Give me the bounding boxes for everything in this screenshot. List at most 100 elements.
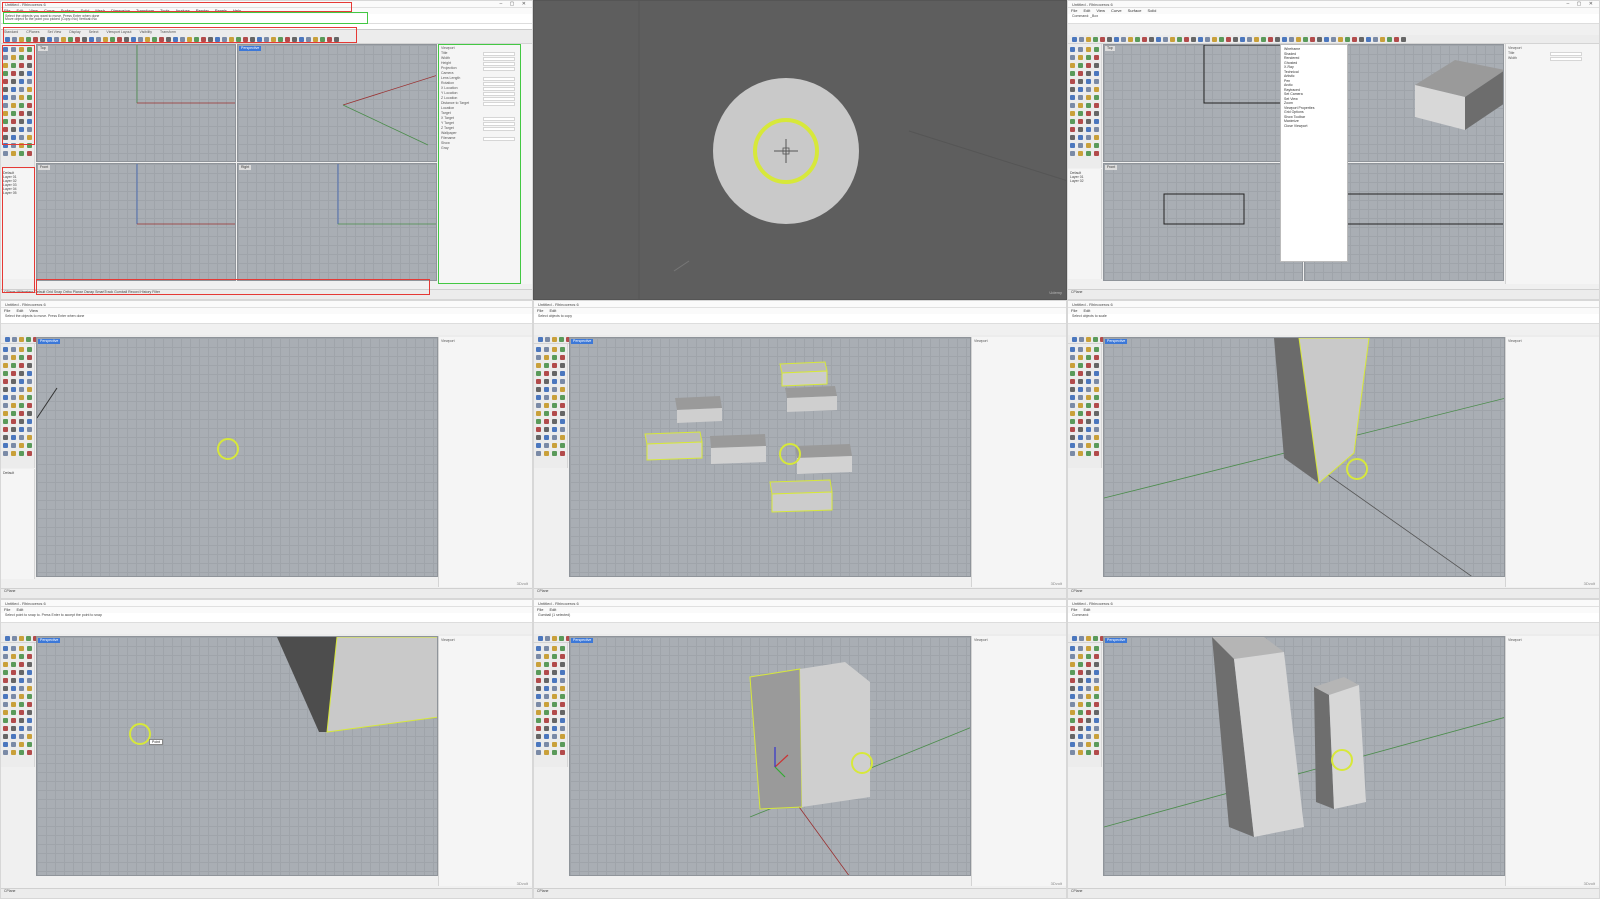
toolbox-tool-icon[interactable]	[27, 451, 32, 456]
toolbox-tool-icon[interactable]	[552, 662, 557, 667]
toolbar-tool-icon[interactable]	[12, 636, 17, 641]
toolbar-tool-icon[interactable]	[1163, 37, 1168, 42]
toolbox-tool-icon[interactable]	[11, 742, 16, 747]
toolbox-tool-icon[interactable]	[1070, 443, 1075, 448]
toolbox-tool-icon[interactable]	[27, 395, 32, 400]
toolbox-tool-icon[interactable]	[19, 347, 24, 352]
toolbox-tool-icon[interactable]	[1070, 694, 1075, 699]
toolbar-tool-icon[interactable]	[538, 337, 543, 342]
toolbox-tool-icon[interactable]	[1070, 127, 1075, 132]
toolbox-tool-icon[interactable]	[1086, 403, 1091, 408]
toolbox-tool-icon[interactable]	[1094, 726, 1099, 731]
toolbox-tool-icon[interactable]	[3, 347, 8, 352]
toolbox-tool-icon[interactable]	[1086, 411, 1091, 416]
toolbar-tool-icon[interactable]	[1373, 37, 1378, 42]
toolbox-tool-icon[interactable]	[1094, 355, 1099, 360]
toolbox-tool-icon[interactable]	[1078, 419, 1083, 424]
toolbox-tool-icon[interactable]	[552, 363, 557, 368]
toolbox-tool-icon[interactable]	[3, 379, 8, 384]
toolbar-tool-icon[interactable]	[538, 636, 543, 641]
toolbox-tool-icon[interactable]	[3, 419, 8, 424]
toolbox-tool-icon[interactable]	[1070, 151, 1075, 156]
toolbox-tool-icon[interactable]	[11, 678, 16, 683]
toolbar-tool-icon[interactable]	[1219, 37, 1224, 42]
toolbox-tool-icon[interactable]	[1086, 55, 1091, 60]
toolbox-tool-icon[interactable]	[552, 678, 557, 683]
toolbox-tool-icon[interactable]	[560, 363, 565, 368]
toolbox-tool-icon[interactable]	[27, 411, 32, 416]
toolbox-tool-icon[interactable]	[1070, 55, 1075, 60]
toolbox-tool-icon[interactable]	[544, 726, 549, 731]
toolbar-tool-icon[interactable]	[1296, 37, 1301, 42]
toolbox-tool-icon[interactable]	[27, 151, 32, 156]
toolbox-tool-icon[interactable]	[1086, 395, 1091, 400]
box[interactable]	[644, 431, 703, 461]
toolbox-tool-icon[interactable]	[544, 734, 549, 739]
toolbox-tool-icon[interactable]	[1078, 694, 1083, 699]
toolbox-tool-icon[interactable]	[544, 419, 549, 424]
viewport-label[interactable]: Perspective	[1105, 339, 1128, 344]
top-viewport[interactable]: Top	[36, 44, 236, 162]
toolbox-tool-icon[interactable]	[552, 451, 557, 456]
toolbox-tool-icon[interactable]	[11, 750, 16, 755]
toolbox-tool-icon[interactable]	[19, 387, 24, 392]
viewport-label[interactable]: Perspective	[571, 339, 594, 344]
toolbox-tool-icon[interactable]	[1086, 662, 1091, 667]
toolbar-tool-icon[interactable]	[1086, 337, 1091, 342]
toolbox-tool-icon[interactable]	[27, 678, 32, 683]
toolbox-tool-icon[interactable]	[1086, 387, 1091, 392]
toolbar-tool-icon[interactable]	[1170, 37, 1175, 42]
toolbox-tool-icon[interactable]	[1086, 347, 1091, 352]
toolbox-tool-icon[interactable]	[1070, 379, 1075, 384]
toolbox-tool-icon[interactable]	[1086, 79, 1091, 84]
toolbox-tool-icon[interactable]	[3, 742, 8, 747]
toolbox-tool-icon[interactable]	[19, 646, 24, 651]
toolbox-tool-icon[interactable]	[1086, 95, 1091, 100]
toolbar-tool-icon[interactable]	[1275, 37, 1280, 42]
toolbar-tool-icon[interactable]	[1156, 37, 1161, 42]
toolbar-tool-icon[interactable]	[1352, 37, 1357, 42]
toolbox-tool-icon[interactable]	[552, 686, 557, 691]
box[interactable]	[675, 396, 722, 423]
toolbox-tool-icon[interactable]	[552, 427, 557, 432]
toolbox-tool-icon[interactable]	[560, 419, 565, 424]
toolbox-tool-icon[interactable]	[1070, 103, 1075, 108]
menu-edit[interactable]: Edit	[1083, 308, 1090, 313]
toolbox-tool-icon[interactable]	[544, 347, 549, 352]
toolbar-tool-icon[interactable]	[1198, 37, 1203, 42]
toolbox-tool-icon[interactable]	[1078, 654, 1083, 659]
toolbox-tool-icon[interactable]	[3, 387, 8, 392]
toolbox-tool-icon[interactable]	[544, 686, 549, 691]
toolbox-tool-icon[interactable]	[560, 403, 565, 408]
toolbar-tool-icon[interactable]	[26, 636, 31, 641]
toolbox-tool-icon[interactable]	[1070, 363, 1075, 368]
toolbox-tool-icon[interactable]	[19, 435, 24, 440]
toolbar-tool-icon[interactable]	[1072, 636, 1077, 641]
toolbox-tool-icon[interactable]	[552, 710, 557, 715]
menu-file[interactable]: File	[537, 607, 543, 612]
viewport-label[interactable]: Perspective	[1105, 638, 1128, 643]
toolbox-tool-icon[interactable]	[536, 702, 541, 707]
toolbar-tool-icon[interactable]	[1226, 37, 1231, 42]
toolbox-tool-icon[interactable]	[536, 726, 541, 731]
toolbox-tool-icon[interactable]	[27, 419, 32, 424]
toolbox-tool-icon[interactable]	[552, 419, 557, 424]
toolbox-tool-icon[interactable]	[1086, 427, 1091, 432]
toolbox-tool-icon[interactable]	[536, 435, 541, 440]
menu-view[interactable]: View	[1096, 8, 1105, 13]
viewport-label[interactable]: Perspective	[38, 638, 61, 643]
toolbox-tool-icon[interactable]	[1094, 47, 1099, 52]
toolbox-tool-icon[interactable]	[19, 411, 24, 416]
box[interactable]	[769, 479, 833, 513]
toolbox-tool-icon[interactable]	[3, 750, 8, 755]
toolbar-tool-icon[interactable]	[1261, 37, 1266, 42]
toolbox-tool-icon[interactable]	[1070, 742, 1075, 747]
toolbox-tool-icon[interactable]	[1070, 119, 1075, 124]
menu-solid[interactable]: Solid	[1147, 8, 1156, 13]
toolbar-tool-icon[interactable]	[5, 636, 10, 641]
toolbox-tool-icon[interactable]	[27, 718, 32, 723]
toolbox-tool-icon[interactable]	[1078, 143, 1083, 148]
toolbox-tool-icon[interactable]	[11, 443, 16, 448]
toolbox-tool-icon[interactable]	[1078, 71, 1083, 76]
toolbar-tool-icon[interactable]	[26, 337, 31, 342]
